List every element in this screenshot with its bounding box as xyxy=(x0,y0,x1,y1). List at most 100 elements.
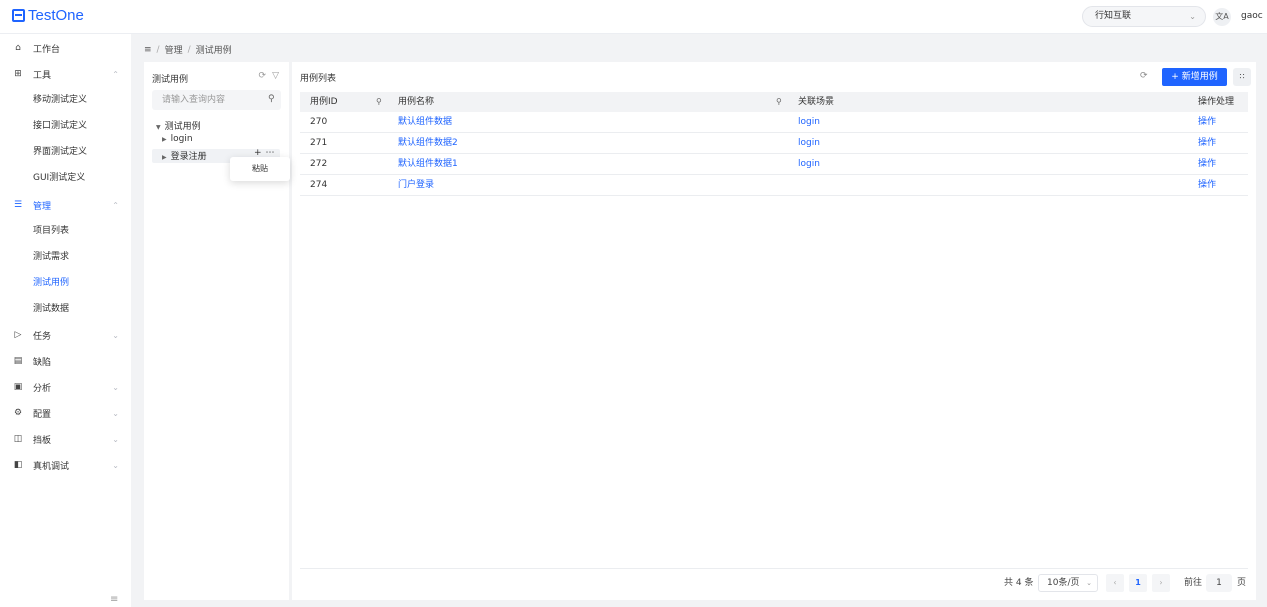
nav-tools[interactable]: ⊞ 工具 ⌃ xyxy=(0,61,131,87)
chevron-down-icon: ⌄ xyxy=(112,330,119,340)
nav-defects[interactable]: ▤ 缺陷 xyxy=(0,348,131,374)
nav-label: 配置 xyxy=(33,409,52,420)
chevron-down-icon: ⌄ xyxy=(112,408,119,418)
filter-icon[interactable]: ▽ xyxy=(272,71,279,81)
cell-scene-link[interactable]: login xyxy=(798,154,820,175)
nav-analysis[interactable]: ▣ 分析 ⌄ xyxy=(0,374,131,400)
page-unit-label: 页 xyxy=(1237,578,1247,588)
nav-ui-test-def[interactable]: 界面测试定义 xyxy=(0,139,131,165)
home-icon: ⌂ xyxy=(15,43,21,53)
cell-name-link[interactable]: 默认组件数据2 xyxy=(398,133,458,154)
gear-icon: ⚙ xyxy=(13,408,23,418)
nav-device-debug[interactable]: ◧ 真机调试 ⌄ xyxy=(0,452,131,478)
tree-tools: ⟳ ▽ xyxy=(259,71,279,81)
nav-test-cases[interactable]: 测试用例 xyxy=(0,270,131,296)
calendar-icon: ▣ xyxy=(13,382,23,392)
table-header: 用例ID ⚲ 用例名称 ⚲ 关联场景 操作处理 xyxy=(300,92,1248,112)
user-name[interactable]: gaoc xyxy=(1241,11,1263,21)
page-size-value: 10条/页 xyxy=(1047,578,1080,588)
top-bar: TestOne 行知互联 ⌄ 文A gaoc xyxy=(0,0,1267,34)
nav-test-data[interactable]: 测试数据 xyxy=(0,296,131,322)
column-header-scene: 关联场景 xyxy=(798,97,835,107)
nav-label: 工具 xyxy=(33,70,52,81)
row-action-link[interactable]: 操作 xyxy=(1198,133,1216,154)
context-menu-paste[interactable]: 粘贴 xyxy=(230,157,290,181)
chevron-down-icon: ⌄ xyxy=(1189,12,1196,21)
search-icon[interactable]: ⚲ xyxy=(268,94,275,104)
menu-icon[interactable]: ≡ xyxy=(144,45,152,55)
goto-page-input[interactable]: 1 xyxy=(1206,574,1232,592)
nav-label: 分析 xyxy=(33,383,52,394)
collapse-menu-icon[interactable]: ≡ xyxy=(110,594,118,605)
file-icon: ▤ xyxy=(13,356,23,366)
tree-node-root[interactable]: ▼ 测试用例 xyxy=(156,119,201,132)
row-action-link[interactable]: 操作 xyxy=(1198,112,1216,133)
caret-right-icon[interactable]: ▶ xyxy=(162,136,167,143)
case-list-panel: 用例列表 ⟳ + 新增用例 ∷ 用例ID ⚲ 用例名称 ⚲ 关联场景 操作处理 … xyxy=(292,62,1256,600)
nav-mock[interactable]: ◫ 挡板 ⌄ xyxy=(0,426,131,452)
cell-scene-link[interactable]: login xyxy=(798,112,820,133)
nav-gui-test-def[interactable]: GUI测试定义 xyxy=(0,165,131,191)
nav-label: 缺陷 xyxy=(33,357,52,368)
nav-config[interactable]: ⚙ 配置 ⌄ xyxy=(0,400,131,426)
cell-id: 271 xyxy=(310,138,328,148)
project-select-value: 行知互联 xyxy=(1095,11,1132,21)
chevron-down-icon: ⌄ xyxy=(112,434,119,444)
chevron-down-icon: ⌄ xyxy=(112,460,119,470)
caret-down-icon[interactable]: ▼ xyxy=(156,124,161,131)
column-settings-icon[interactable]: ∷ xyxy=(1233,68,1251,86)
tree-node-register[interactable]: ▶ 登录注册 xyxy=(162,149,207,162)
cell-scene-link[interactable]: login xyxy=(798,133,820,154)
tree-node-label: login xyxy=(170,134,193,144)
add-case-button[interactable]: + 新增用例 xyxy=(1162,68,1227,86)
tree-node-login[interactable]: ▶ login xyxy=(162,134,193,144)
translate-icon[interactable]: 文A xyxy=(1213,8,1231,26)
chevron-down-icon: ⌄ xyxy=(1086,579,1092,587)
nav-label: 真机调试 xyxy=(33,461,70,472)
nav-label: 工作台 xyxy=(33,44,61,55)
prev-page-button[interactable]: ‹ xyxy=(1106,574,1124,592)
nav-label: 挡板 xyxy=(33,435,52,446)
sidebar: ⌂ 工作台 ⊞ 工具 ⌃ 移动测试定义 接口测试定义 界面测试定义 GUI测试定… xyxy=(0,34,131,607)
nav-workbench[interactable]: ⌂ 工作台 xyxy=(0,35,131,61)
tree-node-label: 测试用例 xyxy=(164,122,201,132)
table-row: 274 门户登录 操作 xyxy=(300,175,1248,196)
breadcrumb: ≡ / 管理 / 测试用例 xyxy=(144,43,232,57)
nav-tasks[interactable]: ▷ 任务 ⌄ xyxy=(0,322,131,348)
nav-mobile-test-def[interactable]: 移动测试定义 xyxy=(0,87,131,113)
search-icon[interactable]: ⚲ xyxy=(376,92,382,112)
cell-name-link[interactable]: 门户登录 xyxy=(398,175,434,196)
row-action-link[interactable]: 操作 xyxy=(1198,154,1216,175)
nav-test-requirements[interactable]: 测试需求 xyxy=(0,244,131,270)
cell-name-link[interactable]: 默认组件数据 xyxy=(398,112,452,133)
row-action-link[interactable]: 操作 xyxy=(1198,175,1216,196)
cell-id: 270 xyxy=(310,117,328,127)
next-page-button[interactable]: › xyxy=(1152,574,1170,592)
refresh-icon[interactable]: ⟳ xyxy=(259,71,267,81)
page-size-select[interactable]: 10条/页 ⌄ xyxy=(1038,574,1098,592)
breadcrumb-item: 测试用例 xyxy=(195,46,232,56)
page-number-button[interactable]: 1 xyxy=(1129,574,1147,592)
nav-api-test-def[interactable]: 接口测试定义 xyxy=(0,113,131,139)
search-icon[interactable]: ⚲ xyxy=(776,92,782,112)
logo-icon xyxy=(12,9,25,22)
nav-manage[interactable]: ☰ 管理 ⌃ xyxy=(0,192,131,218)
nav-label: 管理 xyxy=(33,201,52,212)
column-header-id: 用例ID xyxy=(310,97,338,107)
table-row: 270 默认组件数据 login 操作 xyxy=(300,112,1248,133)
panel-icon: ◫ xyxy=(13,434,23,444)
table-row: 272 默认组件数据1 login 操作 xyxy=(300,154,1248,175)
refresh-icon[interactable]: ⟳ xyxy=(1140,71,1148,81)
tree-search-input[interactable] xyxy=(152,90,281,110)
nav-project-list[interactable]: 项目列表 xyxy=(0,218,131,244)
pagination-total: 共 4 条 xyxy=(1004,578,1034,588)
table-row: 271 默认组件数据2 login 操作 xyxy=(300,133,1248,154)
cell-name-link[interactable]: 默认组件数据1 xyxy=(398,154,458,175)
breadcrumb-item[interactable]: 管理 xyxy=(165,43,183,56)
app-logo[interactable]: TestOne xyxy=(12,7,84,24)
caret-right-icon[interactable]: ▶ xyxy=(162,154,167,161)
cell-id: 274 xyxy=(310,180,328,190)
column-header-action: 操作处理 xyxy=(1198,97,1235,107)
project-select[interactable]: 行知互联 ⌄ xyxy=(1082,6,1206,27)
apps-icon: ⊞ xyxy=(14,69,22,79)
